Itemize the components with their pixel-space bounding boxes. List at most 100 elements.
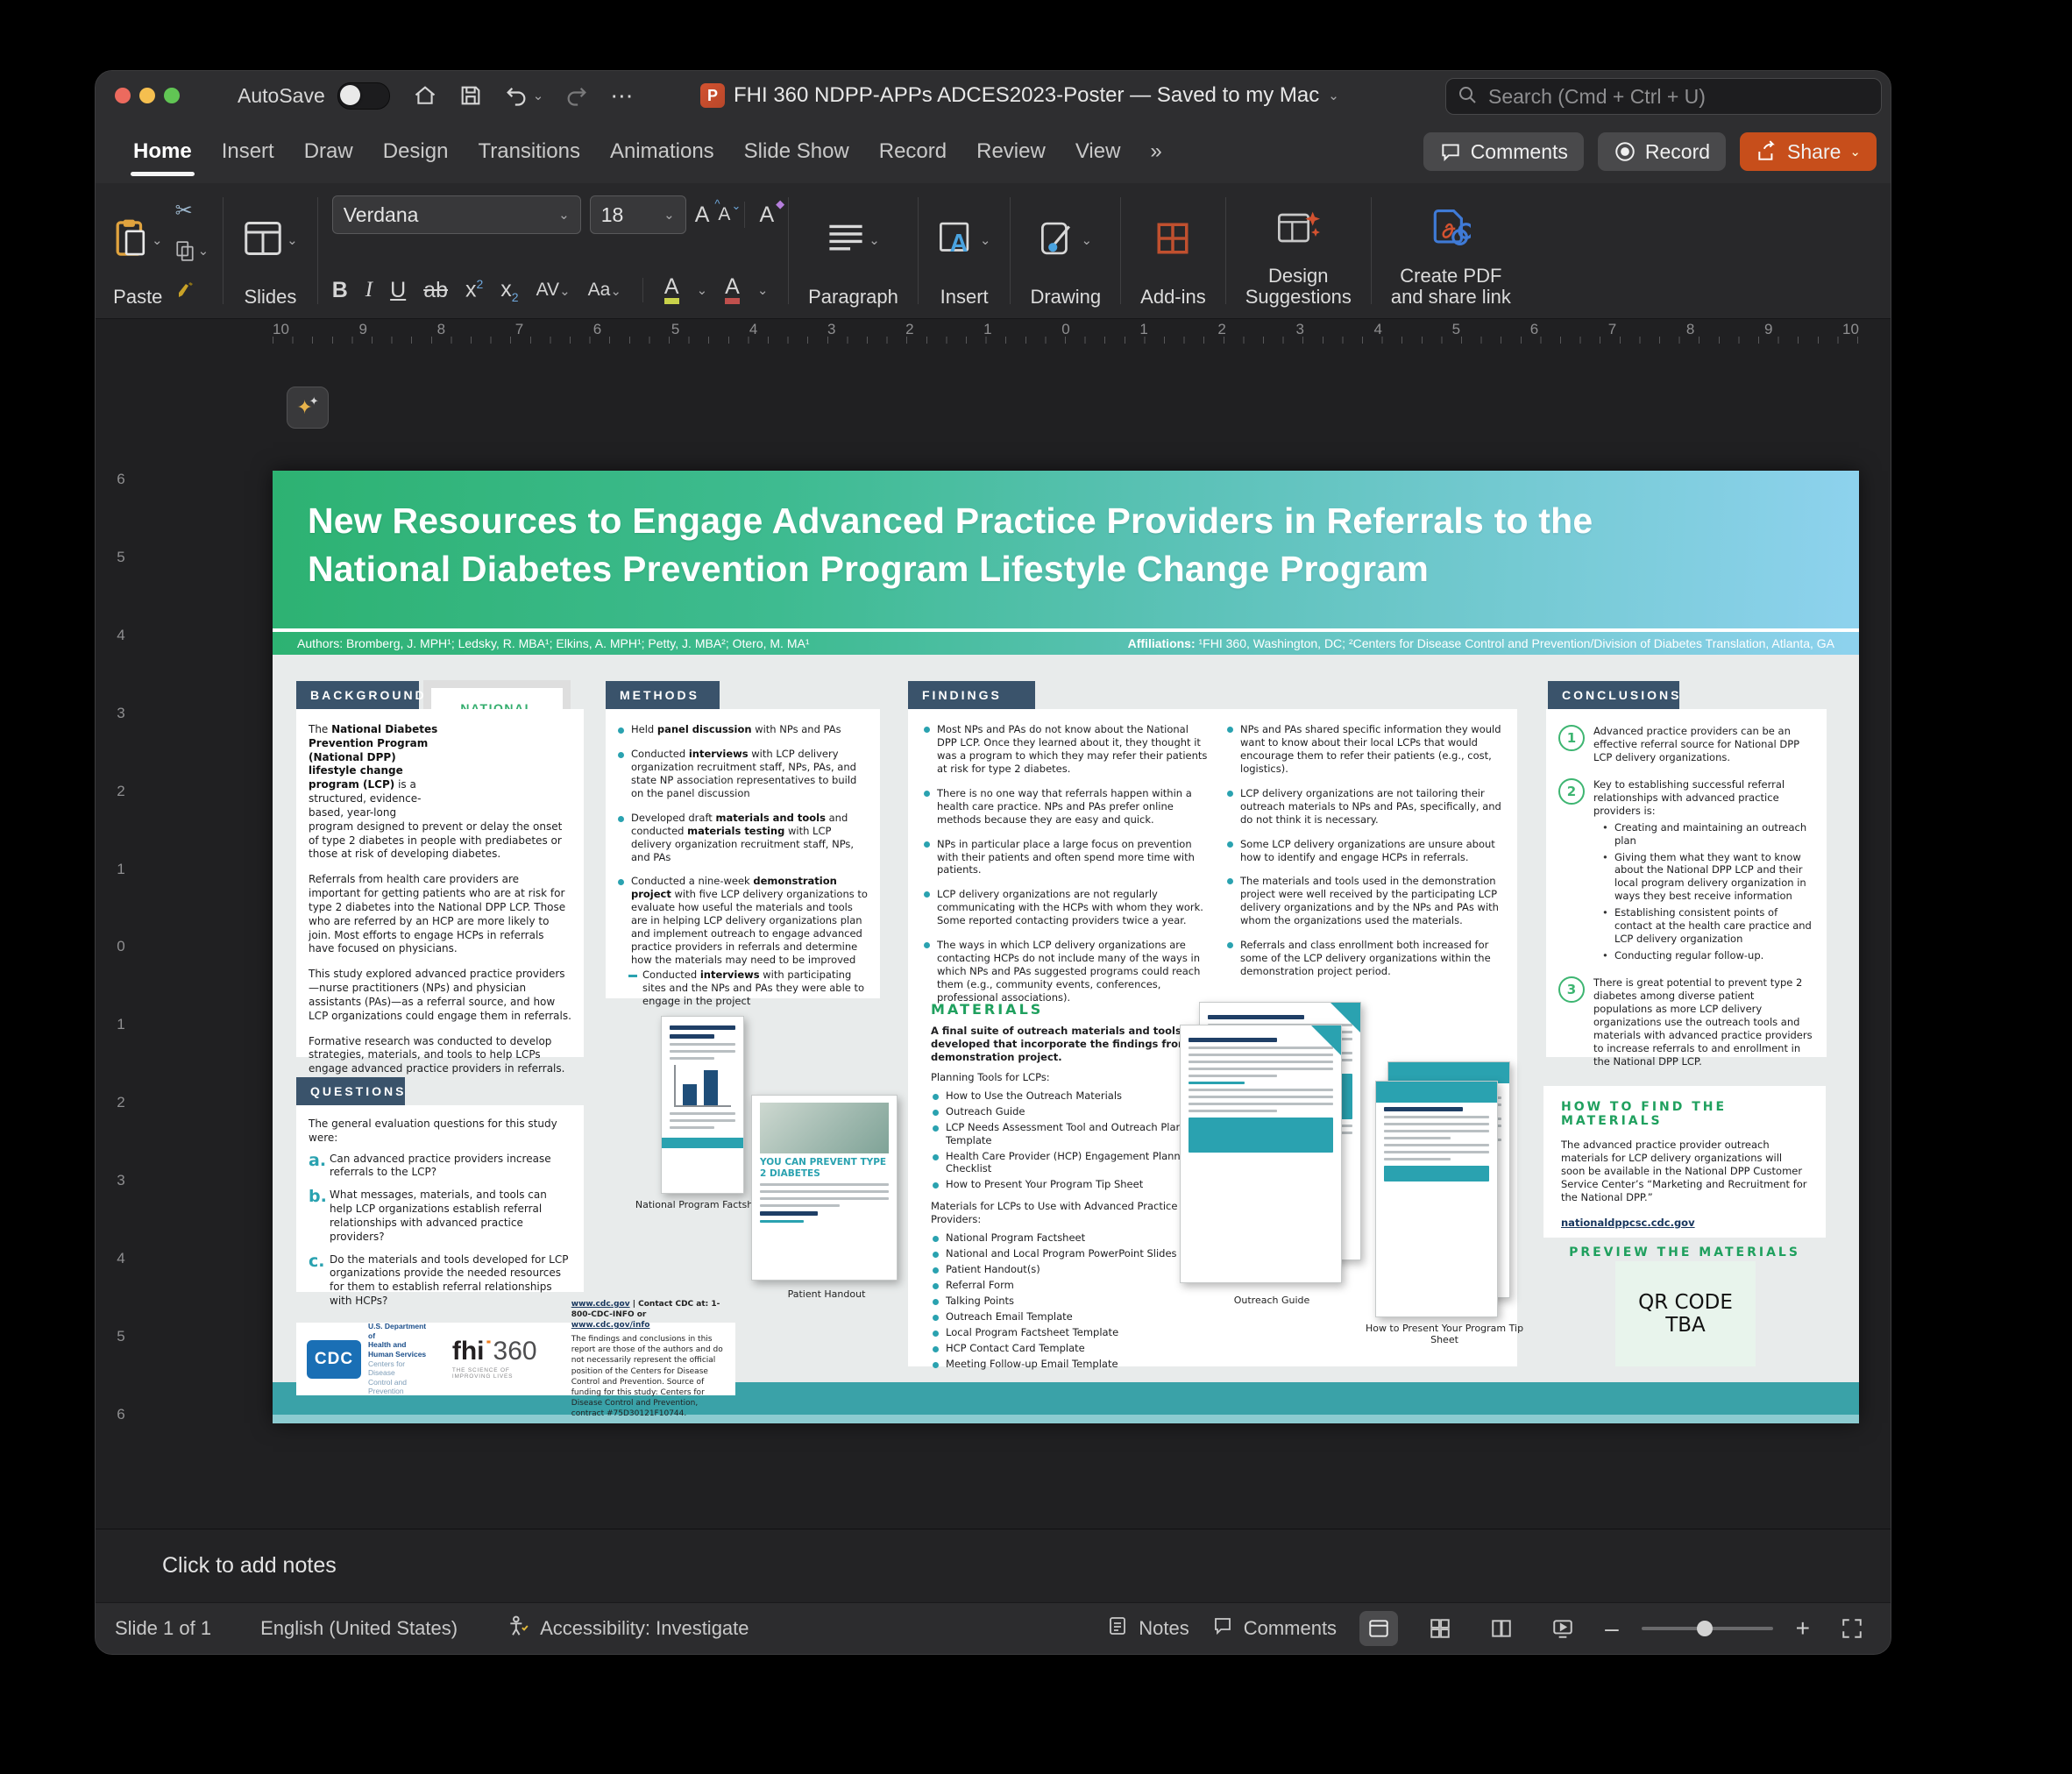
- close-window-button[interactable]: [115, 88, 131, 103]
- cdc-gov-link[interactable]: www.cdc.gov: [571, 1300, 630, 1309]
- format-painter-icon[interactable]: [175, 278, 209, 304]
- tab-review[interactable]: Review: [961, 120, 1061, 183]
- italic-icon[interactable]: I: [365, 278, 373, 302]
- copy-icon[interactable]: ⌄: [175, 238, 209, 264]
- reading-view-button[interactable]: [1482, 1611, 1521, 1646]
- font-color-icon[interactable]: A: [725, 276, 740, 304]
- text-highlight-icon[interactable]: A: [664, 276, 679, 304]
- change-case-icon[interactable]: Aa⌄: [588, 280, 621, 301]
- slide[interactable]: New Resources to Engage Advanced Practic…: [273, 471, 1859, 1423]
- clear-formatting-icon[interactable]: A◆: [759, 202, 774, 228]
- font-name-select[interactable]: Verdana⌄: [332, 195, 581, 234]
- zoom-out-button[interactable]: –: [1605, 1614, 1619, 1643]
- methods-card[interactable]: Held panel discussion with NPs and PAs C…: [606, 709, 880, 998]
- home-icon[interactable]: [413, 83, 437, 108]
- conclusion-number: 2: [1558, 778, 1585, 805]
- how-to-find-card[interactable]: HOW TO FIND THE MATERIALS The advanced p…: [1543, 1086, 1826, 1238]
- more-commands-icon[interactable]: ⋯: [610, 82, 635, 110]
- normal-view-button[interactable]: [1359, 1611, 1398, 1646]
- cdc-info-link[interactable]: www.cdc.gov/info: [571, 1321, 650, 1330]
- bold-icon[interactable]: B: [332, 278, 348, 303]
- notes-placeholder[interactable]: Click to add notes: [162, 1553, 337, 1579]
- character-spacing-icon[interactable]: AV⌄: [536, 280, 571, 301]
- insert-text-button[interactable]: A⌄ Insert: [929, 188, 1000, 313]
- tab-overflow-chevrons[interactable]: »: [1135, 120, 1176, 183]
- planning-tool-item: How to Present Your Program Tip Sheet: [931, 1178, 1213, 1191]
- decrease-font-size-icon[interactable]: A⌄: [718, 204, 730, 225]
- paragraph-label: Paragraph: [808, 287, 898, 308]
- record-button[interactable]: Record: [1598, 132, 1726, 171]
- poster-footer-card[interactable]: CDC U.S. Department of Health and Human …: [296, 1323, 735, 1395]
- superscript-icon[interactable]: x2: [465, 277, 483, 302]
- tab-draw[interactable]: Draw: [289, 120, 368, 183]
- poster-title-block[interactable]: New Resources to Engage Advanced Practic…: [273, 471, 1859, 628]
- tab-animations[interactable]: Animations: [595, 120, 729, 183]
- qr-code-placeholder[interactable]: QR CODE TBA: [1615, 1261, 1756, 1366]
- underline-icon[interactable]: U: [390, 278, 406, 303]
- language-button[interactable]: English (United States): [260, 1617, 458, 1640]
- fhi-dot: ˙: [485, 1337, 493, 1366]
- designer-sparkle-button[interactable]: ✦✦: [287, 387, 329, 429]
- conclusions-card[interactable]: 1 Advanced practice providers can be an …: [1546, 709, 1827, 1057]
- tab-slide-show[interactable]: Slide Show: [729, 120, 864, 183]
- paste-button[interactable]: ⌄ Paste: [104, 188, 172, 313]
- text-segment: materials and tools: [715, 812, 825, 824]
- questions-card[interactable]: The general evaluation questions for thi…: [296, 1105, 584, 1292]
- outreach-guide-thumbnails[interactable]: [1180, 1002, 1366, 1287]
- font-size-select[interactable]: 18⌄: [590, 195, 686, 234]
- accessibility-status[interactable]: Accessibility: Investigate: [507, 1614, 749, 1643]
- subscript-icon[interactable]: x2: [500, 277, 518, 304]
- create-pdf-button[interactable]: Create PDF and share link: [1382, 188, 1520, 313]
- tab-view[interactable]: View: [1061, 120, 1136, 183]
- save-icon[interactable]: [458, 83, 483, 108]
- document-title-dropdown[interactable]: P FHI 360 NDPP-APPs ADCES2023-Poster — S…: [700, 71, 1339, 120]
- planning-tools-label: Planning Tools for LCPs:: [931, 1071, 1213, 1084]
- increase-font-size-icon[interactable]: A^: [695, 202, 710, 228]
- zoom-slider-knob[interactable]: [1697, 1621, 1713, 1636]
- tab-insert[interactable]: Insert: [207, 120, 289, 183]
- notes-pane[interactable]: Click to add notes: [96, 1529, 1891, 1602]
- findings-materials-card[interactable]: Most NPs and PAs do not know about the N…: [908, 709, 1517, 1366]
- zoom-in-button[interactable]: +: [1796, 1614, 1810, 1643]
- how-to-find-link[interactable]: nationaldppcsc.cdc.gov: [1561, 1217, 1695, 1229]
- font-color-chevron-icon[interactable]: ⌄: [757, 282, 769, 298]
- tab-record[interactable]: Record: [864, 120, 961, 183]
- ruler-number: 0: [1061, 321, 1069, 338]
- highlight-chevron-icon[interactable]: ⌄: [697, 282, 708, 298]
- cut-icon[interactable]: ✂: [175, 197, 209, 224]
- drawing-button[interactable]: ⌄ Drawing: [1021, 188, 1110, 313]
- patient-handout-thumbnail[interactable]: YOU CAN PREVENT TYPE 2 DIABETES: [751, 1095, 898, 1281]
- autosave-toggle[interactable]: [337, 82, 390, 110]
- notes-toggle-button[interactable]: Notes: [1107, 1615, 1189, 1642]
- redo-icon[interactable]: [564, 83, 589, 108]
- addins-button[interactable]: Add-ins: [1132, 188, 1215, 313]
- tab-transitions[interactable]: Transitions: [463, 120, 594, 183]
- factsheet-thumbnail[interactable]: [661, 1016, 744, 1194]
- search-field[interactable]: [1445, 78, 1882, 115]
- undo-menu-chevron-icon[interactable]: ⌄: [533, 88, 544, 103]
- slides-button[interactable]: ⌄ Slides: [234, 188, 307, 313]
- slide-sorter-view-button[interactable]: [1421, 1611, 1459, 1646]
- undo-icon[interactable]: [504, 83, 529, 108]
- paragraph-button[interactable]: ⌄ Paragraph: [799, 188, 907, 313]
- minimize-window-button[interactable]: [139, 88, 155, 103]
- planning-tool-item: LCP Needs Assessment Tool and Outreach P…: [931, 1121, 1213, 1147]
- background-card[interactable]: The National Diabetes Prevention Program…: [296, 709, 584, 1057]
- design-suggestions-button[interactable]: Design Suggestions: [1237, 188, 1360, 313]
- poster-authors-bar[interactable]: Authors: Bromberg, J. MPH¹; Ledsky, R. M…: [273, 628, 1859, 655]
- logo-wrap-spacer: [438, 723, 571, 807]
- slideshow-play-button[interactable]: [1543, 1611, 1582, 1646]
- bottom-teal-strip: [273, 1415, 1859, 1423]
- search-input[interactable]: [1487, 84, 1870, 110]
- zoom-window-button[interactable]: [164, 88, 180, 103]
- comments-button[interactable]: Comments: [1423, 132, 1584, 171]
- share-button[interactable]: Share ⌄: [1740, 132, 1877, 171]
- comments-toggle-button[interactable]: Comments: [1212, 1615, 1337, 1642]
- strikethrough-icon[interactable]: ab: [423, 278, 448, 303]
- tab-home[interactable]: Home: [118, 120, 207, 183]
- tab-design[interactable]: Design: [368, 120, 464, 183]
- ruler-number: 6: [593, 321, 601, 338]
- fullscreen-button[interactable]: [1833, 1611, 1871, 1646]
- tip-sheet-thumbnails[interactable]: [1375, 1061, 1515, 1320]
- zoom-slider[interactable]: [1642, 1627, 1773, 1630]
